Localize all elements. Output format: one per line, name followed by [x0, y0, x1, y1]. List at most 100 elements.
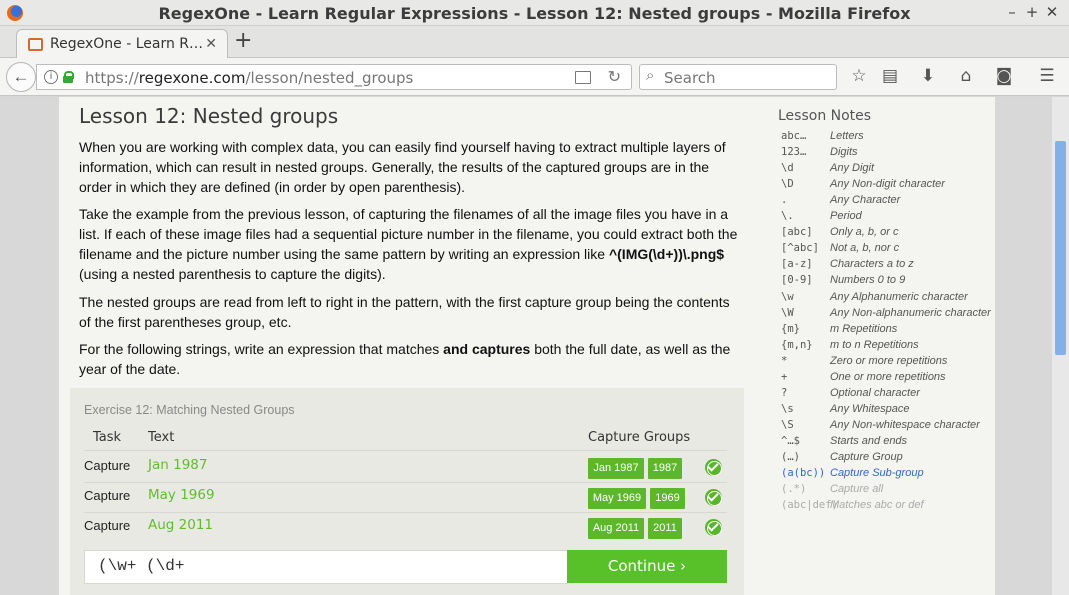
tab-close-icon[interactable]: ✕: [205, 35, 217, 52]
note-description: Numbers 0 to 9: [830, 274, 906, 287]
note-symbol: 123…: [781, 146, 807, 159]
lesson-paragraph-2: Take the example from the previous lesso…: [79, 204, 739, 284]
note-symbol: (…): [781, 451, 800, 463]
p4-text: For the following strings, write an expr…: [79, 341, 444, 357]
text-column-header: Text: [148, 430, 175, 445]
lesson-paragraph-4: For the following strings, write an expr…: [79, 339, 739, 379]
url-host: regexone.com: [138, 69, 246, 87]
note-symbol: +: [781, 370, 788, 383]
note-description: Any Character: [830, 194, 901, 207]
note-symbol: [abc]: [781, 226, 813, 239]
note-description: Any Whitespace: [830, 402, 910, 415]
lesson-notes-title: Lesson Notes: [778, 108, 872, 124]
new-tab-icon[interactable]: +: [234, 28, 252, 53]
close-window-icon[interactable]: ✕: [1043, 3, 1061, 21]
navigation-bar: ← i https://regexone.com/lesson/nested_g…: [0, 58, 1069, 96]
task-column-header: Task: [93, 430, 122, 445]
tab-title: RegexOne - Learn R…: [50, 36, 204, 52]
check-success-icon: [705, 489, 722, 506]
page-scrollbar[interactable]: [1052, 97, 1069, 595]
capture-group-badge: 2011: [648, 518, 682, 539]
check-success-icon: [705, 459, 722, 476]
regex-answer-input[interactable]: (\w+ (\d+: [84, 550, 568, 584]
note-symbol: ^…$: [781, 434, 800, 447]
home-icon[interactable]: ⌂: [955, 66, 977, 86]
pocket-icon[interactable]: ◙: [993, 66, 1015, 86]
lesson-title: Lesson 12: Nested groups: [79, 104, 339, 128]
search-input[interactable]: ⌕ Search: [639, 64, 837, 90]
task-label: Capture: [84, 458, 131, 473]
hamburger-menu-icon[interactable]: ☰: [1036, 66, 1058, 86]
downloads-icon[interactable]: ⬇: [917, 66, 939, 86]
note-description: Not a, b, nor c: [830, 242, 900, 255]
note-description: Any Alphanumeric character: [830, 290, 968, 303]
scrollbar-thumb[interactable]: [1055, 141, 1066, 355]
note-description: Only a, b, or c: [830, 226, 899, 239]
note-description: One or more repetitions: [830, 370, 946, 383]
url-scheme: https://: [85, 69, 139, 87]
note-description: Capture all: [830, 483, 884, 496]
capture-group-badge: Jan 1987: [588, 458, 644, 479]
note-symbol: ?: [781, 386, 788, 399]
lesson-paragraph-3: The nested groups are read from left to …: [79, 294, 730, 330]
note-description: Period: [830, 210, 862, 223]
note-symbol: \w: [781, 290, 794, 303]
capture-groups-column-header: Capture Groups: [588, 430, 691, 445]
note-description: m Repetitions: [830, 322, 898, 335]
note-symbol: abc…: [781, 130, 807, 142]
note-description: Any Non-digit character: [830, 178, 945, 191]
check-success-icon: [705, 519, 722, 536]
reader-view-icon[interactable]: [575, 71, 591, 84]
note-symbol: \W: [781, 306, 794, 319]
note-description: m to n Repetitions: [830, 338, 919, 351]
example-regex: ^(IMG(\d+))\.png$: [608, 246, 725, 262]
url-bar[interactable]: i https://regexone.com/lesson/nested_gro…: [36, 64, 632, 90]
note-symbol: [0-9]: [781, 274, 813, 287]
capture-group-badge: 1969: [650, 488, 685, 509]
url-text[interactable]: https://regexone.com/lesson/nested_group…: [85, 69, 413, 87]
exercise-title: Exercise 12: Matching Nested Groups: [84, 403, 295, 417]
tab-regexone[interactable]: RegexOne - Learn R… ✕: [16, 29, 228, 59]
maximize-icon[interactable]: +: [1023, 3, 1041, 21]
lock-icon[interactable]: [63, 71, 74, 83]
note-description: Any Digit: [830, 162, 875, 175]
note-description: Any Non-alphanumeric character: [830, 306, 991, 319]
lesson-paragraph-1: When you are working with complex data, …: [79, 139, 726, 195]
test-string: Jan 1987: [148, 457, 208, 473]
tab-strip: RegexOne - Learn R… ✕ +: [0, 26, 1069, 59]
minimize-icon[interactable]: –: [1003, 3, 1021, 21]
note-description: Matches abc or def: [830, 499, 924, 512]
p4-bold: and captures: [443, 341, 531, 357]
search-placeholder: Search: [664, 69, 716, 87]
url-path: /lesson/nested_groups: [245, 69, 414, 87]
note-description: Characters a to z: [830, 258, 914, 271]
search-icon: ⌕: [646, 67, 655, 84]
bookmark-star-icon[interactable]: ☆: [848, 66, 870, 86]
note-symbol: \s: [781, 402, 794, 415]
note-symbol: \.: [781, 210, 794, 223]
note-description: Any Non-whitespace character: [830, 418, 980, 431]
continue-button[interactable]: Continue ›: [567, 550, 727, 583]
note-symbol: [a-z]: [781, 258, 813, 271]
note-symbol: {m}: [781, 322, 800, 335]
note-symbol: \d: [781, 162, 794, 175]
note-symbol: .: [781, 194, 788, 207]
note-description: Zero or more repetitions: [830, 354, 948, 367]
info-icon[interactable]: i: [44, 70, 58, 84]
note-symbol: \D: [781, 178, 794, 191]
note-symbol: (.*): [781, 483, 807, 496]
window-title: RegexOne - Learn Regular Expressions - L…: [158, 4, 911, 23]
p2-text-end: (using a nested parenthesis to capture t…: [79, 266, 386, 282]
test-string: Aug 2011: [148, 517, 214, 533]
task-label: Capture: [84, 518, 131, 533]
note-symbol: {m,n}: [781, 338, 813, 351]
regexone-favicon-icon: [28, 38, 43, 51]
test-string: May 1969: [148, 487, 215, 503]
task-label: Capture: [84, 488, 131, 503]
back-arrow-icon[interactable]: ←: [6, 62, 36, 92]
capture-group-badge: 1987: [648, 458, 682, 479]
reload-icon[interactable]: ↻: [608, 67, 621, 87]
capture-group-badge: May 1969: [588, 488, 646, 509]
table-divider: [84, 512, 727, 513]
bookmarks-list-icon[interactable]: ▤: [879, 66, 901, 86]
